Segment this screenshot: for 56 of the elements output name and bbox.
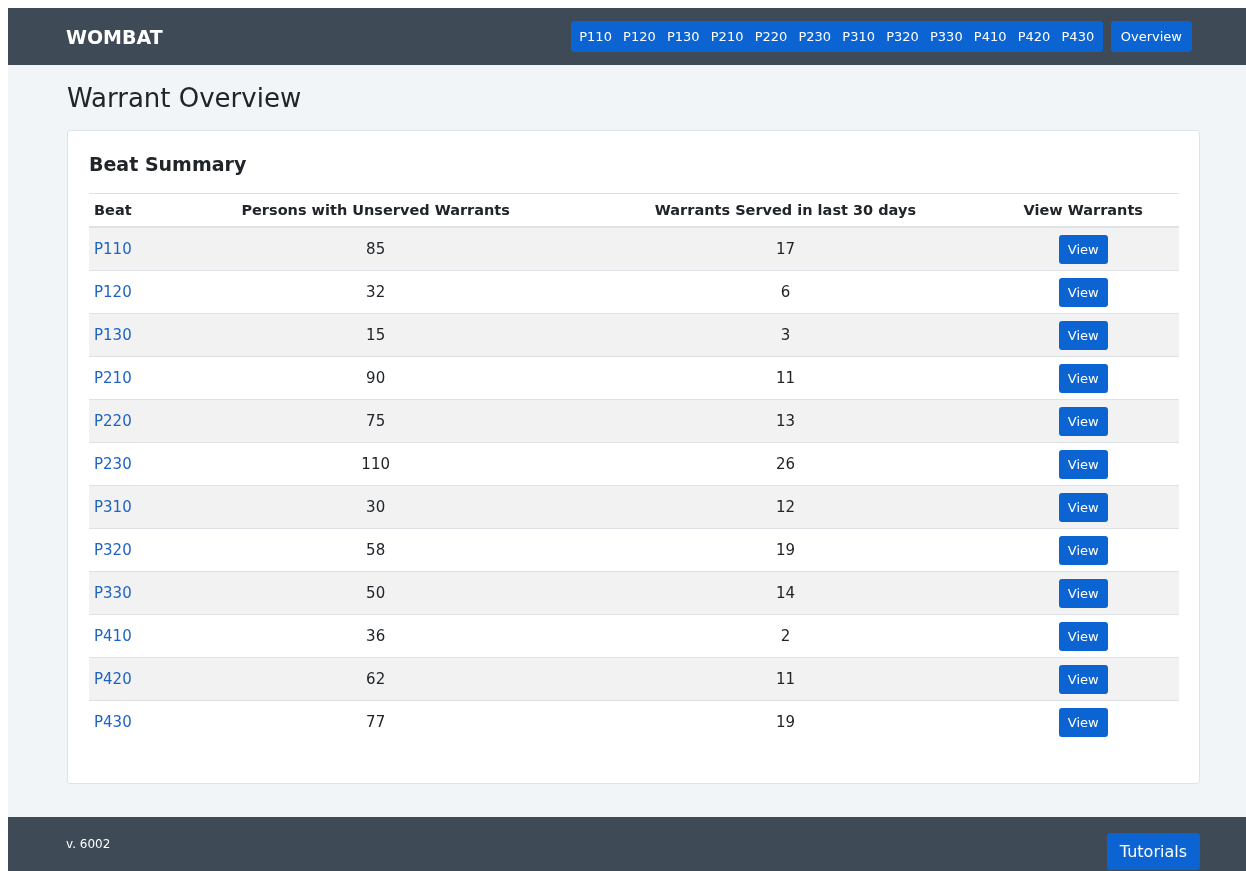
beat-link[interactable]: P410 (94, 627, 132, 645)
overview-button[interactable]: Overview (1110, 21, 1192, 52)
table-cell: 3 (583, 313, 988, 357)
table-cell: 17 (583, 227, 988, 271)
beat-link[interactable]: P220 (94, 412, 132, 430)
view-button[interactable]: View (1058, 320, 1108, 350)
version-label: v. 6002 (66, 837, 111, 851)
nav-link[interactable]: P120 (617, 21, 662, 52)
view-button[interactable]: View (1058, 535, 1108, 565)
brand-logo[interactable]: WOMBAT (66, 25, 571, 48)
page-title: Warrant Overview (67, 83, 303, 113)
nav-link[interactable]: P410 (968, 21, 1013, 52)
table-cell: 77 (168, 700, 584, 743)
table-cell: 13 (583, 399, 988, 443)
table-cell: 85 (168, 227, 584, 271)
nav-link[interactable]: P220 (749, 21, 793, 52)
beat-link[interactable]: P110 (94, 240, 132, 258)
nav-link[interactable]: P430 (1055, 21, 1100, 52)
nav-link[interactable]: P330 (924, 21, 969, 52)
nav-link[interactable]: P110 (573, 21, 618, 52)
table-cell: 50 (168, 571, 584, 615)
tutorials-button[interactable]: Tutorials (1106, 832, 1200, 870)
table-cell: 75 (168, 399, 584, 443)
beat-link[interactable]: P420 (94, 670, 132, 688)
table-cell: 30 (168, 485, 584, 529)
nav-link[interactable]: P210 (705, 21, 750, 52)
view-button[interactable]: View (1058, 621, 1108, 651)
beat-link[interactable]: P120 (94, 283, 132, 301)
beat-link[interactable]: P430 (94, 713, 132, 731)
nav-link[interactable]: P310 (836, 21, 881, 52)
nav-link[interactable]: P320 (880, 21, 925, 52)
card-title: Beat Summary (89, 153, 248, 175)
nav-link[interactable]: P130 (661, 21, 706, 52)
table-cell: 15 (168, 313, 584, 357)
beat-link[interactable]: P210 (94, 369, 132, 387)
view-button[interactable]: View (1058, 578, 1108, 608)
beat-link[interactable]: P230 (94, 455, 132, 473)
nav-link[interactable]: P230 (792, 21, 837, 52)
nav-link[interactable]: P420 (1012, 21, 1056, 52)
view-button[interactable]: View (1058, 492, 1108, 522)
view-button[interactable]: View (1058, 707, 1108, 737)
view-button[interactable]: View (1058, 277, 1108, 307)
view-button[interactable]: View (1058, 449, 1108, 479)
beat-link[interactable]: P330 (94, 584, 132, 602)
beat-link[interactable]: P320 (94, 541, 132, 559)
beat-link[interactable]: P130 (94, 326, 132, 344)
view-button[interactable]: View (1058, 406, 1108, 436)
table-cell: 19 (583, 700, 988, 743)
table-cell: 11 (583, 657, 988, 701)
view-button[interactable]: View (1058, 234, 1108, 264)
table-cell: 14 (583, 571, 988, 615)
table-cell: 62 (168, 657, 584, 701)
view-button[interactable]: View (1058, 363, 1108, 393)
beat-link[interactable]: P310 (94, 498, 132, 516)
table-cell: 12 (583, 485, 988, 529)
view-button[interactable]: View (1058, 664, 1108, 694)
